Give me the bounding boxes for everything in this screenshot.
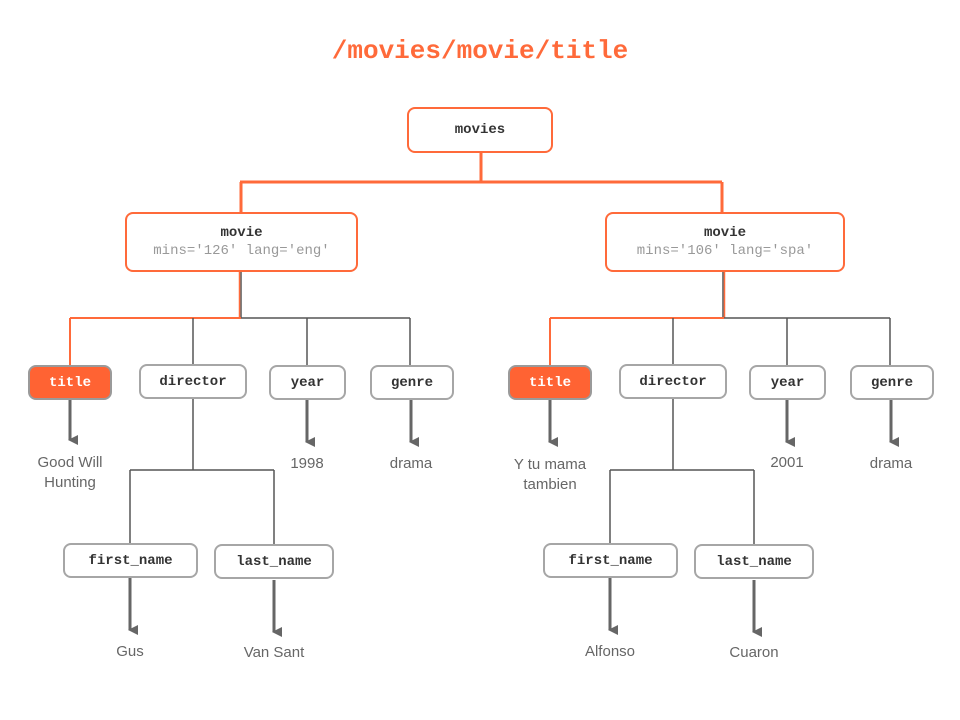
first-name-value-1: Gus: [116, 643, 144, 660]
node-label: director: [639, 373, 707, 390]
genre-value-1: drama: [389, 455, 433, 472]
movie-node-1[interactable]: movie mins='126' lang='eng': [125, 212, 358, 272]
last-name-node-1[interactable]: last_name: [214, 544, 334, 579]
root-connector: [239, 152, 724, 212]
first-name-node-1[interactable]: first_name: [63, 543, 198, 578]
last-name-node-2[interactable]: last_name: [694, 544, 814, 579]
movie-node-2[interactable]: movie mins='106' lang='spa': [605, 212, 845, 272]
node-attributes: mins='106' lang='spa': [636, 243, 814, 259]
last-name-value-1: Van Sant: [243, 644, 305, 661]
node-attributes: mins='126' lang='eng': [153, 243, 330, 259]
director-node-2[interactable]: director: [619, 364, 727, 399]
xml-tree-diagram: /movies/movie/title movies movie mins='1…: [0, 0, 960, 720]
node-label: genre: [870, 374, 913, 391]
node-label: movie: [220, 225, 263, 241]
first-name-node-2[interactable]: first_name: [543, 543, 678, 578]
title-node-2[interactable]: title: [508, 365, 592, 400]
first-name-value-2: Alfonso: [584, 643, 636, 660]
year-value-1: 1998: [290, 455, 324, 472]
node-label: first_name: [88, 552, 173, 569]
year-node-1[interactable]: year: [269, 365, 346, 400]
genre-node-1[interactable]: genre: [370, 365, 454, 400]
title-value-2: Y tu mama tambien: [513, 456, 587, 493]
node-label: year: [770, 374, 805, 391]
last-name-value-2: Cuaron: [729, 644, 779, 661]
year-node-2[interactable]: year: [749, 365, 826, 400]
year-value-2: 2001: [770, 454, 804, 471]
node-label: year: [290, 374, 325, 391]
movies-node[interactable]: movies: [407, 107, 553, 153]
director-node-1[interactable]: director: [139, 364, 247, 399]
node-label: title: [48, 374, 91, 391]
node-label: director: [159, 373, 227, 390]
node-label: last_name: [236, 553, 312, 570]
genre-value-2: drama: [869, 455, 913, 472]
node-label: movie: [703, 225, 746, 241]
node-label: movies: [454, 122, 506, 138]
title-value-1: Good Will Hunting: [37, 454, 103, 491]
title-node-1[interactable]: title: [28, 365, 112, 400]
node-label: first_name: [568, 552, 653, 569]
node-label: title: [528, 374, 571, 391]
node-label: genre: [390, 374, 433, 391]
node-label: last_name: [716, 553, 792, 570]
genre-node-2[interactable]: genre: [850, 365, 934, 400]
